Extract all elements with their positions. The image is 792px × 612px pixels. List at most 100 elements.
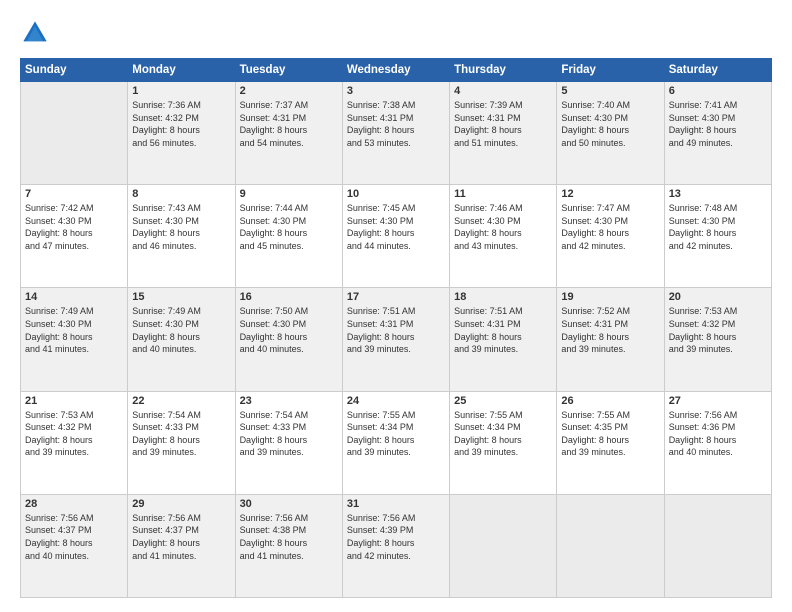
day-info: Sunrise: 7:51 AM Sunset: 4:31 PM Dayligh… xyxy=(347,305,445,355)
calendar-cell: 13 Sunrise: 7:48 AM Sunset: 4:30 PM Dayli… xyxy=(664,185,771,288)
day-info: Sunrise: 7:55 AM Sunset: 4:35 PM Dayligh… xyxy=(561,409,659,459)
calendar-cell xyxy=(21,82,128,185)
calendar-cell xyxy=(664,494,771,597)
day-number: 31 xyxy=(347,498,445,510)
day-info: Sunrise: 7:36 AM Sunset: 4:32 PM Dayligh… xyxy=(132,99,230,149)
calendar-cell: 25 Sunrise: 7:55 AM Sunset: 4:34 PM Dayli… xyxy=(450,391,557,494)
day-number: 5 xyxy=(561,85,659,97)
day-info: Sunrise: 7:56 AM Sunset: 4:37 PM Dayligh… xyxy=(132,512,230,562)
calendar-cell: 17Sunrise: 7:51 AM Sunset: 4:31 PM Dayli… xyxy=(342,288,449,391)
day-info: Sunrise: 7:56 AM Sunset: 4:38 PM Dayligh… xyxy=(240,512,338,562)
day-number: 20 xyxy=(669,291,767,303)
calendar-cell xyxy=(450,494,557,597)
day-info: Sunrise: 7:46 AM Sunset: 4:30 PM Dayligh… xyxy=(454,202,552,252)
day-number: 16 xyxy=(240,291,338,303)
weekday-header-row: SundayMondayTuesdayWednesdayThursdayFrid… xyxy=(21,59,772,82)
calendar-cell: 2 Sunrise: 7:37 AM Sunset: 4:31 PM Daylig… xyxy=(235,82,342,185)
week-row-1: 1 Sunrise: 7:36 AM Sunset: 4:32 PM Daylig… xyxy=(21,82,772,185)
day-number: 1 xyxy=(132,85,230,97)
weekday-header-friday: Friday xyxy=(557,59,664,82)
weekday-header-tuesday: Tuesday xyxy=(235,59,342,82)
calendar-cell: 9 Sunrise: 7:44 AM Sunset: 4:30 PM Daylig… xyxy=(235,185,342,288)
week-row-3: 14 Sunrise: 7:49 AM Sunset: 4:30 PM Dayli… xyxy=(21,288,772,391)
day-info: Sunrise: 7:56 AM Sunset: 4:39 PM Dayligh… xyxy=(347,512,445,562)
calendar: SundayMondayTuesdayWednesdayThursdayFrid… xyxy=(20,58,772,598)
calendar-cell: 27 Sunrise: 7:56 AM Sunset: 4:36 PM Dayli… xyxy=(664,391,771,494)
day-number: 24 xyxy=(347,395,445,407)
calendar-cell: 8 Sunrise: 7:43 AM Sunset: 4:30 PM Daylig… xyxy=(128,185,235,288)
day-info: Sunrise: 7:48 AM Sunset: 4:30 PM Dayligh… xyxy=(669,202,767,252)
calendar-cell: 1 Sunrise: 7:36 AM Sunset: 4:32 PM Daylig… xyxy=(128,82,235,185)
day-number: 6 xyxy=(669,85,767,97)
day-info: Sunrise: 7:52 AM Sunset: 4:31 PM Dayligh… xyxy=(561,305,659,355)
logo xyxy=(20,18,54,48)
day-number: 13 xyxy=(669,188,767,200)
day-info: Sunrise: 7:50 AM Sunset: 4:30 PM Dayligh… xyxy=(240,305,338,355)
calendar-cell: 21 Sunrise: 7:53 AM Sunset: 4:32 PM Dayli… xyxy=(21,391,128,494)
weekday-header-sunday: Sunday xyxy=(21,59,128,82)
calendar-cell: 7 Sunrise: 7:42 AM Sunset: 4:30 PM Daylig… xyxy=(21,185,128,288)
week-row-4: 21 Sunrise: 7:53 AM Sunset: 4:32 PM Dayli… xyxy=(21,391,772,494)
weekday-header-thursday: Thursday xyxy=(450,59,557,82)
day-number: 9 xyxy=(240,188,338,200)
day-number: 21 xyxy=(25,395,123,407)
calendar-cell: 24 Sunrise: 7:55 AM Sunset: 4:34 PM Dayli… xyxy=(342,391,449,494)
calendar-cell: 16 Sunrise: 7:50 AM Sunset: 4:30 PM Dayli… xyxy=(235,288,342,391)
calendar-cell: 18 Sunrise: 7:51 AM Sunset: 4:31 PM Dayli… xyxy=(450,288,557,391)
day-number: 4 xyxy=(454,85,552,97)
calendar-cell: 28 Sunrise: 7:56 AM Sunset: 4:37 PM Dayli… xyxy=(21,494,128,597)
page: SundayMondayTuesdayWednesdayThursdayFrid… xyxy=(0,0,792,612)
calendar-cell: 4 Sunrise: 7:39 AM Sunset: 4:31 PM Daylig… xyxy=(450,82,557,185)
day-number: 29 xyxy=(132,498,230,510)
day-number: 15 xyxy=(132,291,230,303)
week-row-2: 7 Sunrise: 7:42 AM Sunset: 4:30 PM Daylig… xyxy=(21,185,772,288)
day-number: 26 xyxy=(561,395,659,407)
day-number: 22 xyxy=(132,395,230,407)
calendar-cell: 22 Sunrise: 7:54 AM Sunset: 4:33 PM Dayli… xyxy=(128,391,235,494)
day-info: Sunrise: 7:44 AM Sunset: 4:30 PM Dayligh… xyxy=(240,202,338,252)
day-info: Sunrise: 7:43 AM Sunset: 4:30 PM Dayligh… xyxy=(132,202,230,252)
calendar-cell: 14 Sunrise: 7:49 AM Sunset: 4:30 PM Dayli… xyxy=(21,288,128,391)
day-number: 27 xyxy=(669,395,767,407)
day-number: 14 xyxy=(25,291,123,303)
day-info: Sunrise: 7:38 AM Sunset: 4:31 PM Dayligh… xyxy=(347,99,445,149)
calendar-cell: 20Sunrise: 7:53 AM Sunset: 4:32 PM Dayli… xyxy=(664,288,771,391)
day-number: 3 xyxy=(347,85,445,97)
day-number: 30 xyxy=(240,498,338,510)
day-number: 28 xyxy=(25,498,123,510)
calendar-cell: 6Sunrise: 7:41 AM Sunset: 4:30 PM Daylig… xyxy=(664,82,771,185)
day-number: 7 xyxy=(25,188,123,200)
calendar-cell: 26 Sunrise: 7:55 AM Sunset: 4:35 PM Dayli… xyxy=(557,391,664,494)
calendar-cell: 15Sunrise: 7:49 AM Sunset: 4:30 PM Dayli… xyxy=(128,288,235,391)
day-info: Sunrise: 7:42 AM Sunset: 4:30 PM Dayligh… xyxy=(25,202,123,252)
day-info: Sunrise: 7:54 AM Sunset: 4:33 PM Dayligh… xyxy=(132,409,230,459)
day-number: 23 xyxy=(240,395,338,407)
calendar-cell: 3 Sunrise: 7:38 AM Sunset: 4:31 PM Daylig… xyxy=(342,82,449,185)
logo-icon xyxy=(20,18,50,48)
calendar-cell xyxy=(557,494,664,597)
calendar-cell: 5Sunrise: 7:40 AM Sunset: 4:30 PM Daylig… xyxy=(557,82,664,185)
calendar-cell: 12Sunrise: 7:47 AM Sunset: 4:30 PM Dayli… xyxy=(557,185,664,288)
calendar-cell: 11 Sunrise: 7:46 AM Sunset: 4:30 PM Dayli… xyxy=(450,185,557,288)
day-info: Sunrise: 7:51 AM Sunset: 4:31 PM Dayligh… xyxy=(454,305,552,355)
day-info: Sunrise: 7:55 AM Sunset: 4:34 PM Dayligh… xyxy=(454,409,552,459)
calendar-cell: 31 Sunrise: 7:56 AM Sunset: 4:39 PM Dayli… xyxy=(342,494,449,597)
day-number: 2 xyxy=(240,85,338,97)
day-info: Sunrise: 7:37 AM Sunset: 4:31 PM Dayligh… xyxy=(240,99,338,149)
day-info: Sunrise: 7:56 AM Sunset: 4:37 PM Dayligh… xyxy=(25,512,123,562)
calendar-cell: 30 Sunrise: 7:56 AM Sunset: 4:38 PM Dayli… xyxy=(235,494,342,597)
day-info: Sunrise: 7:56 AM Sunset: 4:36 PM Dayligh… xyxy=(669,409,767,459)
day-number: 19 xyxy=(561,291,659,303)
day-info: Sunrise: 7:47 AM Sunset: 4:30 PM Dayligh… xyxy=(561,202,659,252)
calendar-cell: 10Sunrise: 7:45 AM Sunset: 4:30 PM Dayli… xyxy=(342,185,449,288)
day-info: Sunrise: 7:49 AM Sunset: 4:30 PM Dayligh… xyxy=(25,305,123,355)
day-number: 11 xyxy=(454,188,552,200)
day-info: Sunrise: 7:39 AM Sunset: 4:31 PM Dayligh… xyxy=(454,99,552,149)
day-number: 8 xyxy=(132,188,230,200)
day-info: Sunrise: 7:55 AM Sunset: 4:34 PM Dayligh… xyxy=(347,409,445,459)
day-info: Sunrise: 7:45 AM Sunset: 4:30 PM Dayligh… xyxy=(347,202,445,252)
day-info: Sunrise: 7:53 AM Sunset: 4:32 PM Dayligh… xyxy=(25,409,123,459)
day-number: 25 xyxy=(454,395,552,407)
day-number: 18 xyxy=(454,291,552,303)
weekday-header-saturday: Saturday xyxy=(664,59,771,82)
